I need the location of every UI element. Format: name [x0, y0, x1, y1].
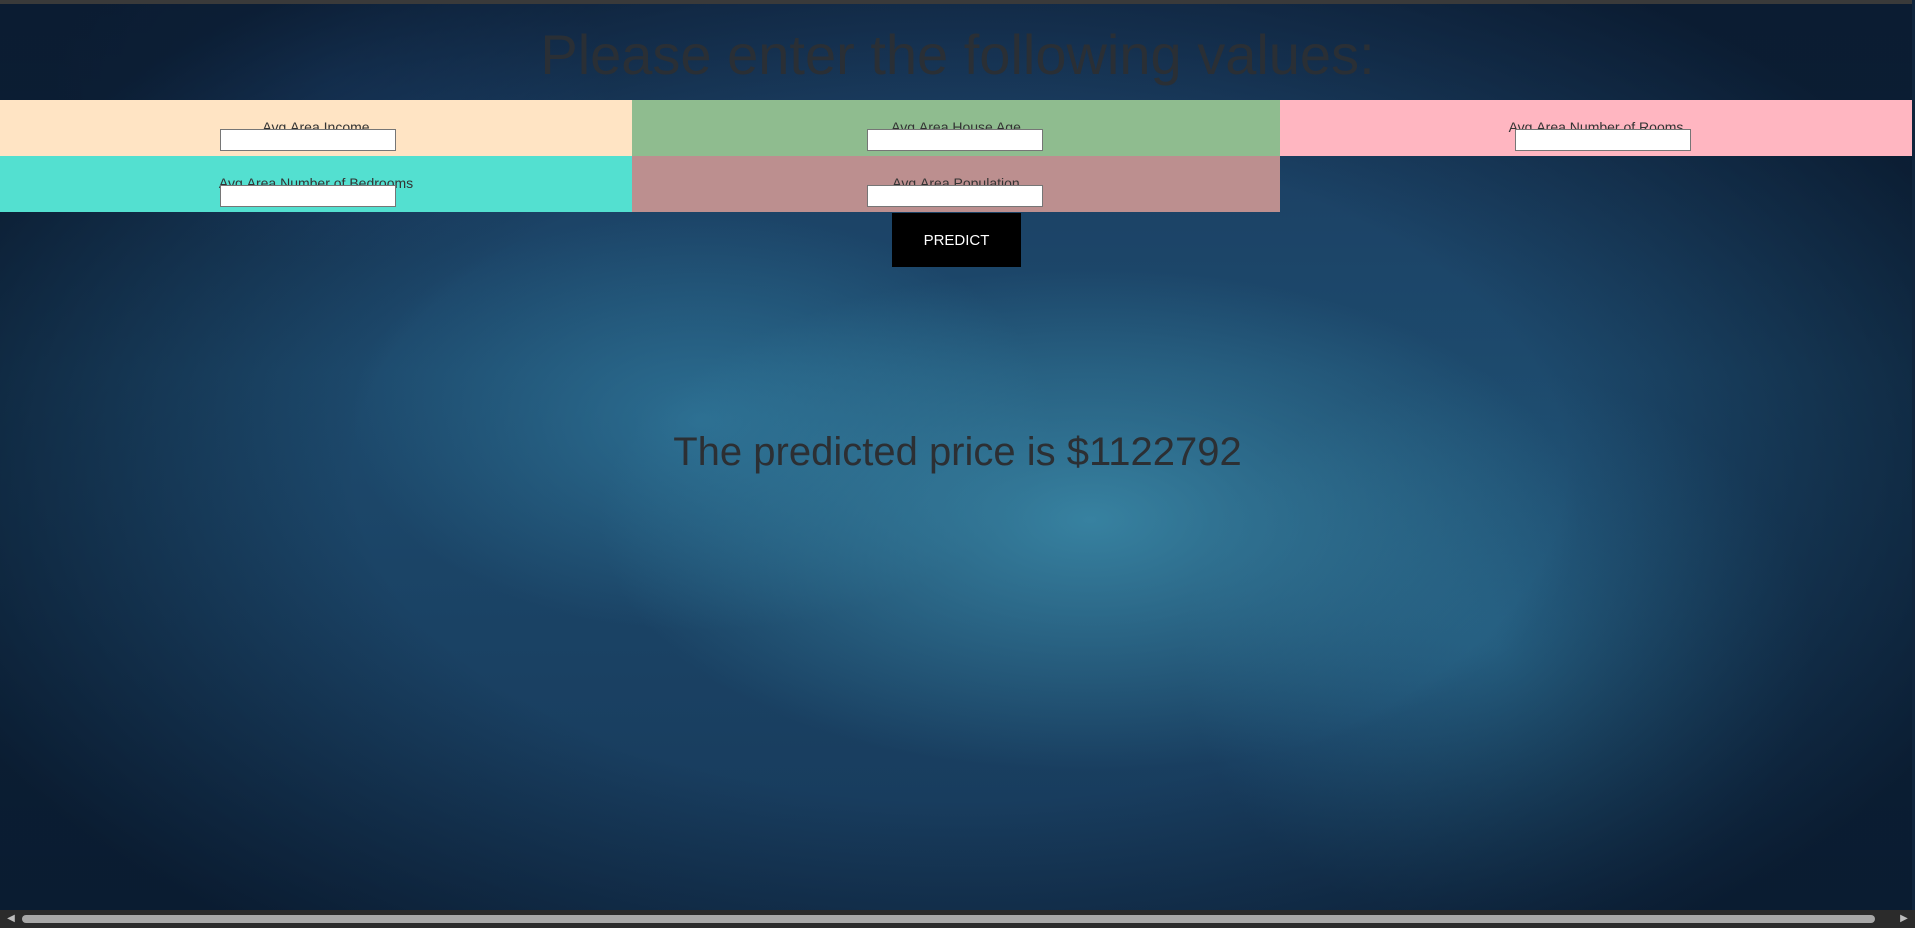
income-input[interactable]	[220, 129, 396, 151]
income-cell: Avg.Area Income	[0, 100, 632, 156]
scrollbar-thumb[interactable]	[22, 915, 1875, 923]
population-cell: Avg.Area Population	[632, 156, 1280, 212]
page-heading: Please enter the following values:	[540, 23, 1375, 86]
population-input[interactable]	[867, 185, 1043, 207]
rooms-cell: Avg.Area Number of Rooms	[1280, 100, 1912, 156]
prediction-result: The predicted price is $1122792	[673, 430, 1242, 474]
house-age-cell: Avg.Area House Age	[632, 100, 1280, 156]
rooms-input[interactable]	[1515, 129, 1691, 151]
horizontal-scrollbar[interactable]: ◀ ▶	[0, 910, 1915, 928]
scroll-right-arrow-icon[interactable]: ▶	[1895, 910, 1913, 928]
window-top-border	[0, 0, 1915, 4]
house-age-input[interactable]	[867, 129, 1043, 151]
bedrooms-input[interactable]	[220, 185, 396, 207]
predict-button[interactable]: PREDICT	[892, 213, 1021, 267]
bedrooms-cell: Avg.Area Number of Bedrooms	[0, 156, 632, 212]
scroll-left-arrow-icon[interactable]: ◀	[2, 910, 20, 928]
